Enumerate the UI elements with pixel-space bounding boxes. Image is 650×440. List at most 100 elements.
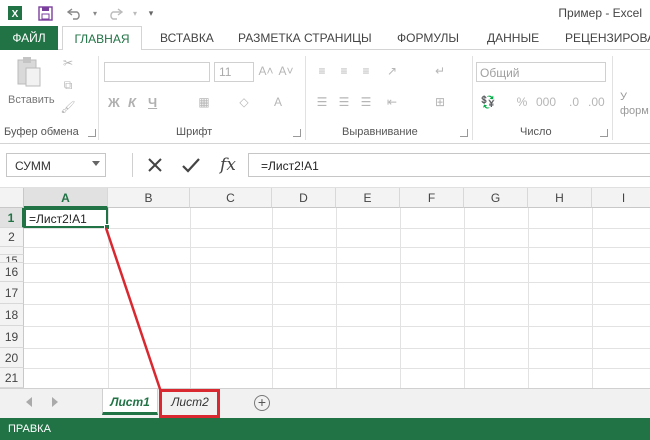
- sheet-tab-list1[interactable]: Лист1: [102, 389, 158, 415]
- alignment-launcher-icon[interactable]: [460, 129, 468, 137]
- name-box-value: СУММ: [15, 159, 51, 173]
- column-header-f[interactable]: F: [400, 188, 464, 208]
- row-header-20[interactable]: 20: [0, 348, 24, 368]
- status-mode: ПРАВКА: [8, 423, 51, 435]
- format-painter-icon[interactable]: 🖌: [60, 100, 76, 116]
- column-header-g[interactable]: G: [464, 188, 528, 208]
- copy-icon[interactable]: ⧉: [60, 78, 76, 94]
- fill-handle[interactable]: [104, 224, 110, 230]
- name-box-dropdown-icon[interactable]: [92, 161, 100, 166]
- excel-logo-icon[interactable]: X: [6, 4, 24, 22]
- sheet-next-icon[interactable]: [52, 397, 58, 407]
- formula-input[interactable]: =Лист2!A1: [248, 153, 650, 177]
- worksheet-grid[interactable]: A B C D E F G H I 1 2 15 16 17 18 19 20 …: [0, 188, 650, 388]
- gridline: [24, 263, 650, 264]
- tab-review[interactable]: РЕЦЕНЗИРОВА: [565, 26, 650, 50]
- tab-home[interactable]: ГЛАВНАЯ: [62, 26, 142, 51]
- decrease-decimal-icon[interactable]: .00: [588, 95, 605, 109]
- row-header-19[interactable]: 19: [0, 326, 24, 348]
- align-left-icon[interactable]: ☰: [314, 95, 330, 109]
- currency-icon[interactable]: 💱: [478, 95, 498, 109]
- formula-bar: СУММ fx =Лист2!A1: [0, 144, 650, 188]
- wrap-text-icon[interactable]: ↵: [432, 64, 448, 78]
- cut-icon[interactable]: ✂: [60, 56, 76, 72]
- svg-text:X: X: [12, 9, 19, 20]
- column-header-i[interactable]: I: [592, 188, 650, 208]
- formula-text: =Лист2!A1: [261, 159, 319, 173]
- row-header-2[interactable]: 2: [0, 228, 24, 247]
- row-header-18[interactable]: 18: [0, 304, 24, 326]
- redo-icon[interactable]: [106, 4, 124, 22]
- align-top-icon[interactable]: ≡: [314, 64, 330, 78]
- tab-file[interactable]: ФАЙЛ: [0, 26, 58, 50]
- comma-style-icon[interactable]: 000: [536, 95, 556, 109]
- tab-page-layout[interactable]: РАЗМЕТКА СТРАНИЦЫ: [238, 26, 372, 50]
- font-color-icon[interactable]: A: [270, 95, 286, 109]
- gridline: [24, 228, 650, 229]
- increase-font-icon[interactable]: A˄: [258, 64, 274, 78]
- column-header-b[interactable]: B: [108, 188, 190, 208]
- ribbon-tabs: ФАЙЛ ГЛАВНАЯ ВСТАВКА РАЗМЕТКА СТРАНИЦЫ Ф…: [0, 26, 650, 51]
- merge-center-icon[interactable]: ⊞: [432, 95, 448, 109]
- undo-icon[interactable]: [66, 4, 84, 22]
- increase-decimal-icon[interactable]: .0: [566, 95, 582, 109]
- borders-icon[interactable]: ▦: [196, 95, 212, 109]
- bold-button[interactable]: Ж: [108, 95, 120, 110]
- tab-insert[interactable]: ВСТАВКА: [160, 26, 214, 50]
- row-header-16[interactable]: 16: [0, 263, 24, 282]
- percent-icon[interactable]: %: [514, 95, 530, 109]
- fill-color-icon[interactable]: ◇: [236, 95, 252, 109]
- save-icon[interactable]: [36, 4, 54, 22]
- italic-button[interactable]: К: [128, 95, 136, 110]
- align-middle-icon[interactable]: ≡: [336, 64, 352, 78]
- enter-icon[interactable]: [180, 153, 202, 177]
- column-header-a[interactable]: A: [24, 188, 108, 208]
- row-header-15[interactable]: 15: [0, 255, 24, 263]
- font-group-label: Шрифт: [176, 126, 213, 138]
- cancel-icon[interactable]: [144, 153, 166, 177]
- align-center-icon[interactable]: ☰: [336, 95, 352, 109]
- gridline: [24, 368, 650, 369]
- column-header-h[interactable]: H: [528, 188, 592, 208]
- clipboard-launcher-icon[interactable]: [88, 129, 96, 137]
- conditional-format-label[interactable]: У форм: [620, 90, 650, 118]
- name-box[interactable]: СУММ: [6, 153, 106, 177]
- alignment-group-label: Выравнивание: [342, 126, 418, 138]
- gridline: [24, 326, 650, 327]
- insert-function-icon[interactable]: fx: [216, 153, 240, 177]
- column-header-c[interactable]: C: [190, 188, 272, 208]
- add-sheet-icon[interactable]: +: [254, 395, 270, 411]
- active-cell-a1[interactable]: =Лист2!A1: [24, 208, 108, 228]
- paste-button-label[interactable]: Вставить: [8, 94, 55, 106]
- gridline: [336, 208, 337, 388]
- number-group-label: Число: [520, 126, 552, 138]
- active-cell-content: =Лист2!A1: [29, 212, 87, 226]
- paste-icon[interactable]: [14, 56, 44, 90]
- row-header-1[interactable]: 1: [0, 208, 24, 228]
- column-header-e[interactable]: E: [336, 188, 400, 208]
- sheet-prev-icon[interactable]: [26, 397, 32, 407]
- align-bottom-icon[interactable]: ≡: [358, 64, 374, 78]
- font-size-box[interactable]: 11: [214, 62, 254, 82]
- formula-separator: [132, 153, 133, 177]
- align-right-icon[interactable]: ☰: [358, 95, 374, 109]
- font-name-box[interactable]: [104, 62, 210, 82]
- indent-icon[interactable]: ⇤: [384, 95, 400, 109]
- gridline: [24, 282, 650, 283]
- undo-dropdown-icon[interactable]: ▾: [86, 4, 104, 22]
- select-all-corner[interactable]: [0, 188, 24, 208]
- ribbon-home: Вставить ✂ ⧉ 🖌 Буфер обмена 11 A˄ A˅ Ж К…: [0, 50, 650, 144]
- decrease-font-icon[interactable]: A˅: [278, 64, 294, 78]
- gridline: [528, 208, 529, 388]
- row-header-21[interactable]: 21: [0, 368, 24, 388]
- customize-icon[interactable]: ▾: [142, 4, 160, 22]
- tab-formulas[interactable]: ФОРМУЛЫ: [397, 26, 459, 50]
- column-header-d[interactable]: D: [272, 188, 336, 208]
- number-launcher-icon[interactable]: [600, 129, 608, 137]
- gridline: [108, 208, 109, 388]
- font-launcher-icon[interactable]: [293, 129, 301, 137]
- orientation-icon[interactable]: ↗: [384, 64, 400, 78]
- tab-data[interactable]: ДАННЫЕ: [487, 26, 539, 50]
- row-header-17[interactable]: 17: [0, 282, 24, 304]
- underline-button[interactable]: Ч: [148, 95, 157, 110]
